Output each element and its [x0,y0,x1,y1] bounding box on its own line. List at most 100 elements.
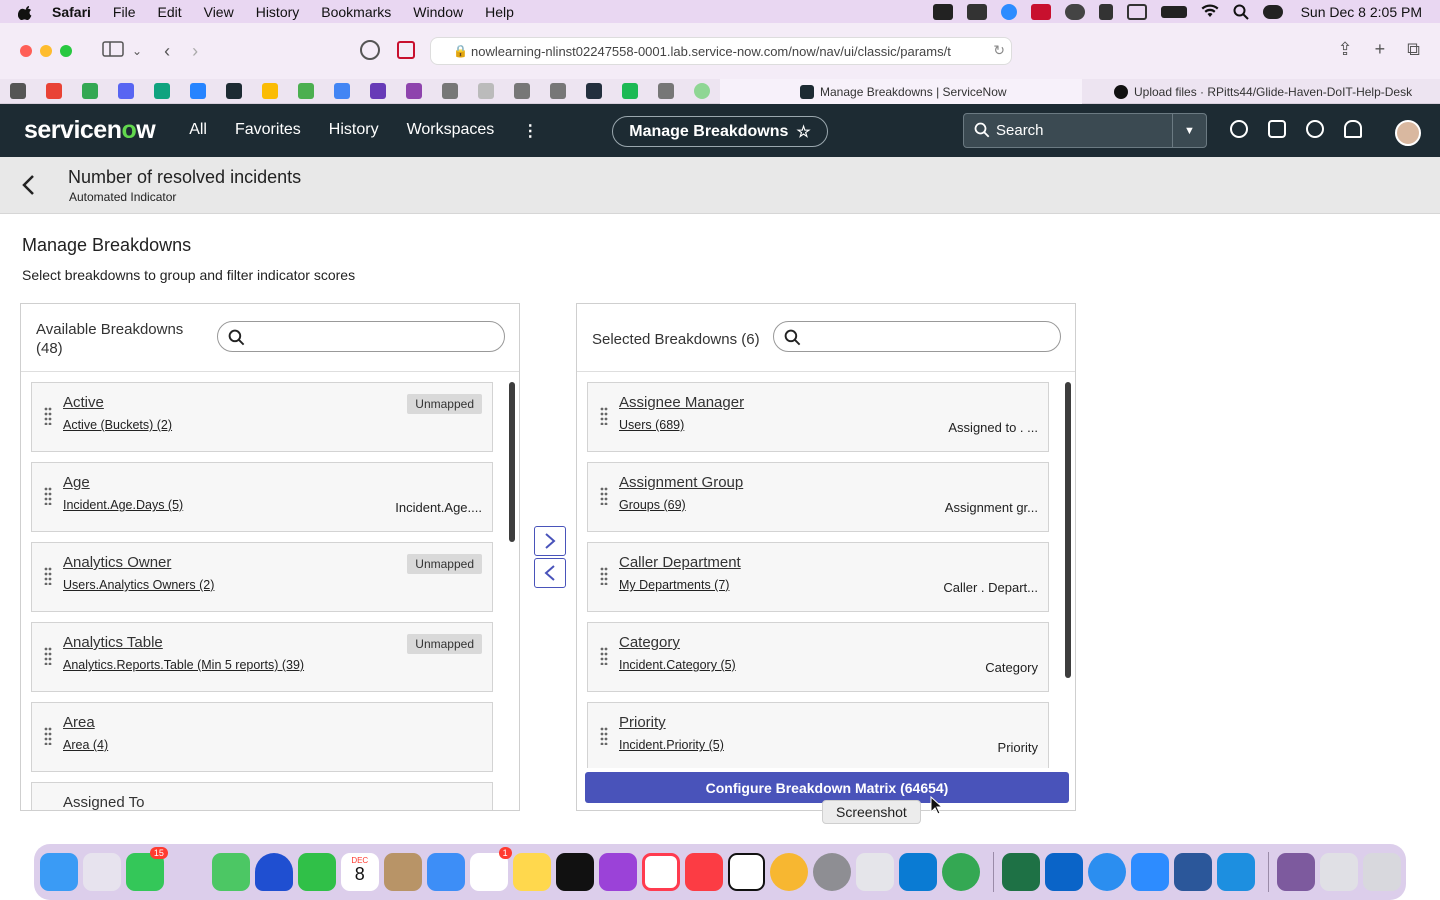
breakdown-source-link[interactable]: Incident.Priority (5) [619,738,724,752]
menubar-clock[interactable]: Sun Dec 8 2:05 PM [1301,4,1422,20]
notion-icon[interactable] [727,853,766,891]
user-avatar[interactable] [1395,120,1421,146]
feed-favicon-icon[interactable] [298,83,314,99]
breakdown-name-link[interactable]: Assigned To [63,794,144,810]
notes-icon[interactable] [512,853,551,891]
available-search-input[interactable] [252,326,492,348]
zoom-window-button[interactable] [60,45,72,57]
windows-app-icon[interactable] [1217,853,1256,891]
menu-window[interactable]: Window [413,4,463,20]
dots-favicon-icon[interactable] [478,83,494,99]
outlook-icon[interactable] [1045,853,1084,891]
docs-favicon-icon[interactable] [334,83,350,99]
list-item[interactable]: Assignee Manager Users (689) Assigned to… [587,382,1049,452]
photos-icon[interactable] [770,853,809,891]
news-icon[interactable] [641,853,680,891]
maps-icon[interactable] [211,853,250,891]
camera-status-icon[interactable] [932,3,953,20]
search-scope-dropdown[interactable]: ▼ [1172,114,1206,147]
finder-icon[interactable] [40,853,78,891]
forward-arrow-icon[interactable]: › [192,41,198,62]
forms-favicon-icon[interactable] [370,83,386,99]
list-item[interactable]: Active Active (Buckets) (2) Unmapped [31,382,493,452]
servicenow-favicon-icon[interactable] [226,83,242,99]
calendar-icon[interactable]: DEC 8 [340,853,379,891]
messages-icon[interactable]: 15 [125,847,168,891]
windows-grid-icon[interactable] [966,3,987,20]
menu-help[interactable]: Help [485,4,514,20]
mail-icon[interactable] [426,853,465,891]
help-icon[interactable] [1306,120,1324,138]
zoom-status-icon[interactable] [1000,3,1017,20]
list-item[interactable]: Analytics Table Analytics.Reports.Table … [31,622,493,692]
bell-icon[interactable] [1344,120,1362,138]
documents-stack-icon[interactable] [1320,853,1359,891]
k-favicon-icon[interactable] [514,83,530,99]
jira-favicon-icon[interactable] [190,83,206,99]
launchpad-icon[interactable] [82,853,121,891]
selected-search-input[interactable] [808,326,1048,348]
drag-handle-icon[interactable] [44,487,52,505]
facetime-icon[interactable] [297,853,336,891]
breakdown-name-link[interactable]: Active [63,394,104,411]
nav-favorites[interactable]: Favorites [235,121,301,141]
drag-handle-icon[interactable] [600,407,608,425]
affinity-icon[interactable] [254,853,293,891]
sheets-favicon-icon[interactable] [82,83,98,99]
breakdown-source-link[interactable]: My Departments (7) [619,578,729,592]
m-favicon-icon[interactable] [550,83,566,99]
global-search[interactable]: Search ▼ [963,113,1207,148]
screenshot-icon[interactable] [856,853,895,891]
chrome-icon[interactable] [942,853,981,891]
list-item[interactable]: Assigned To [31,782,493,810]
breakdown-source-link[interactable]: Area (4) [63,738,108,752]
drag-handle-icon[interactable] [44,647,52,665]
reload-icon[interactable]: ↻ [993,42,1005,59]
context-pill[interactable]: Manage Breakdowns ☆ [612,116,828,147]
list-item[interactable]: Caller Department My Departments (7) Cal… [587,542,1049,612]
green-favicon-icon[interactable] [622,83,638,99]
menu-view[interactable]: View [204,4,234,20]
breakdown-source-link[interactable]: Analytics.Reports.Table (Min 5 reports) … [63,658,304,672]
nav-all[interactable]: All [189,121,207,141]
flame-icon[interactable] [1098,3,1113,20]
breakdown-name-link[interactable]: Analytics Owner [63,554,171,571]
word-icon[interactable] [1174,853,1213,891]
selected-scrollbar[interactable] [1065,382,1071,678]
drag-handle-icon[interactable] [44,567,52,585]
nav-history[interactable]: History [329,121,379,141]
chatgpt-favicon-icon[interactable] [154,83,170,99]
tab-manage-breakdowns[interactable]: Manage Breakdowns | ServiceNow [720,79,1082,104]
star-icon[interactable]: ☆ [796,122,810,142]
breakdown-source-link[interactable]: Users (689) [619,418,684,432]
address-bar[interactable]: 🔒 nowlearning-nlinst02247558-0001.lab.se… [430,37,1012,65]
aws-favicon-icon[interactable] [586,83,602,99]
menu-app-name[interactable]: Safari [52,4,91,20]
s2-favicon-icon[interactable] [658,83,674,99]
selected-search[interactable] [773,321,1061,352]
safari-icon[interactable] [1088,853,1127,891]
podcasts-icon[interactable] [598,853,637,891]
trash-icon[interactable] [1363,853,1402,891]
globe-icon[interactable] [1230,120,1248,138]
nav-workspaces[interactable]: Workspaces [407,121,495,141]
wifi-icon[interactable] [1201,3,1219,20]
breakdown-name-link[interactable]: Assignment Group [619,474,743,491]
music-icon[interactable] [684,853,723,891]
battery-icon[interactable] [1160,5,1187,18]
tab-overview-icon[interactable]: ⧉ [1407,39,1420,60]
breakdown-name-link[interactable]: Area [63,714,95,731]
control-center-icon[interactable] [1262,4,1283,19]
downloads-icon[interactable] [360,40,380,60]
servicenow-logo[interactable]: servicenow [24,116,156,145]
breakdown-source-link[interactable]: Groups (69) [619,498,686,512]
available-scrollbar[interactable] [509,382,515,542]
new-tab-icon[interactable]: + [1375,39,1386,60]
minimize-window-button[interactable] [40,45,52,57]
shield-status-icon[interactable] [1030,3,1051,20]
rocket-icon[interactable] [169,853,207,891]
cloud-icon[interactable] [1064,3,1085,20]
close-window-button[interactable] [20,45,32,57]
list-item[interactable]: Area Area (4) [31,702,493,772]
list-item[interactable]: Age Incident.Age.Days (5) Incident.Age..… [31,462,493,532]
